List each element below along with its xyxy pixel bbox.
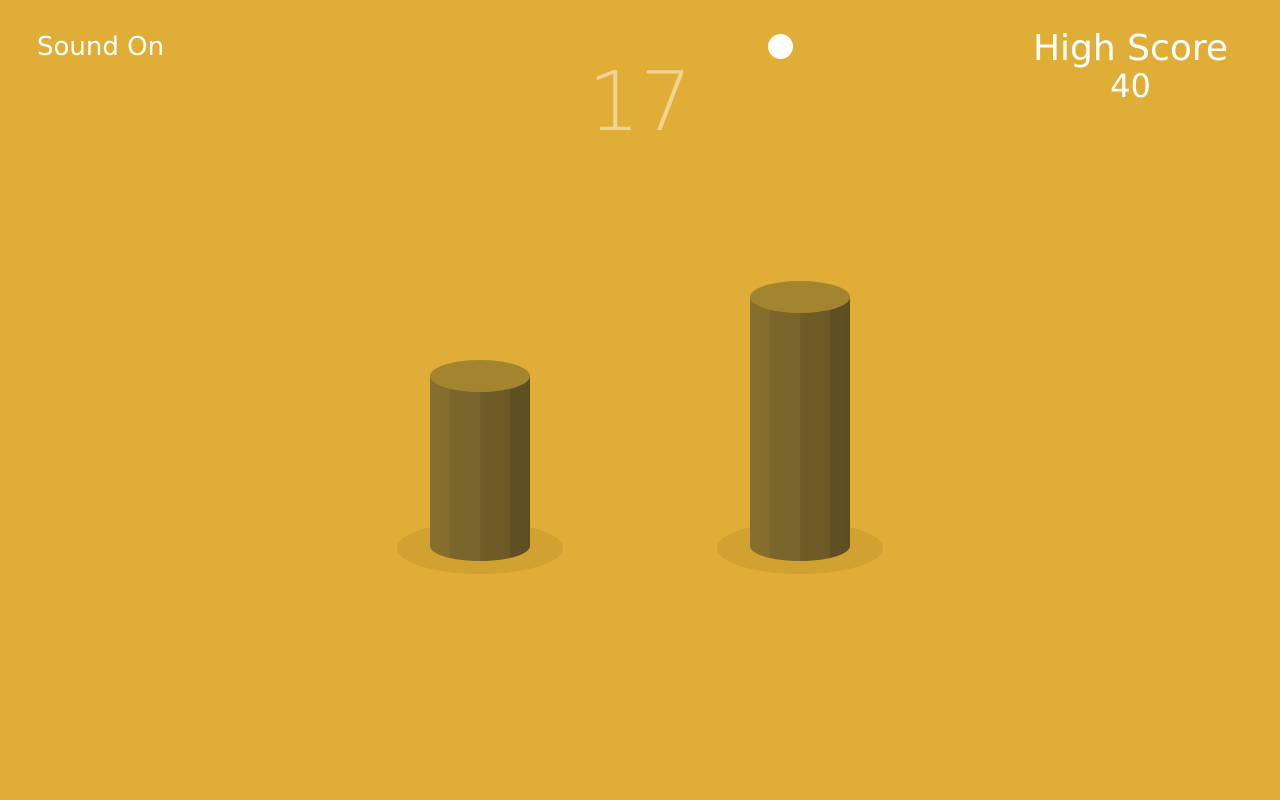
pillar-left-top (430, 360, 530, 392)
pillar-right-body (750, 297, 850, 561)
pillar-right (717, 281, 883, 574)
game-stage[interactable]: Sound On 17 High Score 40 (0, 0, 1280, 800)
pillar-left-body (430, 376, 530, 561)
pillar-left (397, 360, 563, 574)
pillars-layer (397, 281, 883, 574)
pillar-right-top (750, 281, 850, 313)
